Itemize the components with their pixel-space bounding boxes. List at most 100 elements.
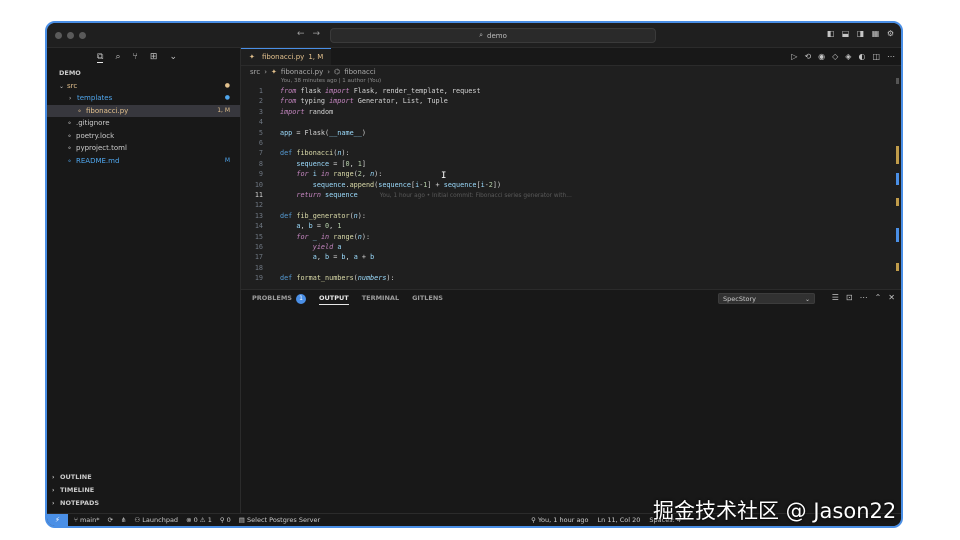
sidebar-section-timeline[interactable]: › TIMELINE	[47, 484, 240, 497]
cursor-position[interactable]: Ln 11, Col 20	[598, 516, 641, 524]
code-line: 19 def format_numbers(numbers):	[254, 274, 395, 283]
file-tree-item[interactable]: ⌄ src ●	[47, 80, 240, 93]
gitlens-icon[interactable]: ◐	[858, 52, 865, 61]
git-status-badge: M	[224, 156, 230, 164]
code-line: 15 for _ in range(n):	[254, 232, 371, 241]
sync-icon[interactable]: ⟳	[107, 516, 112, 524]
source-control-icon[interactable]: ⑂	[132, 52, 137, 63]
panel-tabs: PROBLEMS 1 OUTPUT TERMINAL GITLENS	[252, 294, 443, 305]
bottom-panel: PROBLEMS 1 OUTPUT TERMINAL GITLENS SpecSt…	[241, 289, 901, 514]
remote-indicator-icon[interactable]: ⚡	[47, 514, 68, 526]
code-line: 9 for i in range(2, n):	[258, 170, 383, 179]
file-tree: DEMO ⌄ src ● › templates ● ⚬ fibonacci.py 1, M ⚬.…	[47, 67, 240, 167]
file-tree-item[interactable]: ⚬ .gitignore	[47, 117, 240, 130]
back-arrow-icon[interactable]: ←	[297, 29, 305, 39]
tab-gitlens[interactable]: GITLENS	[412, 294, 443, 305]
next-change-icon[interactable]: ◈	[845, 52, 851, 61]
toggle-panel-icon[interactable]: ⬓	[841, 29, 850, 38]
editor-tabs: ✦ fibonacci.py 1, M ▷ ⟲ ◉ ◇ ◈ ◐ ◫ ⋯	[241, 48, 901, 66]
breadcrumb-file[interactable]: fibonacci.py	[281, 66, 323, 78]
code-line: 7 def fibonacci(n):	[258, 149, 350, 158]
code-line: 2 from typing import Generator, List, Tup…	[258, 97, 448, 106]
symbol-function-icon: ⌬	[334, 68, 341, 76]
maximize-panel-icon[interactable]: ⌃	[875, 293, 882, 302]
code-editor[interactable]: You, 38 minutes ago | 1 author (You) 1 fr…	[241, 78, 889, 289]
more-actions-icon[interactable]: ⋯	[860, 293, 868, 302]
breadcrumb-src[interactable]: src	[250, 66, 260, 78]
tab-badge: 1, M	[308, 53, 324, 61]
ports-status[interactable]: ⚲ 0	[220, 516, 231, 524]
chevron-right-icon: ›	[52, 474, 55, 481]
postgres-status[interactable]: ▤ Select Postgres Server	[239, 516, 320, 524]
window-controls[interactable]	[55, 32, 86, 39]
text-cursor-icon: I	[441, 171, 447, 181]
file-tree-item[interactable]: ⚬ fibonacci.py 1, M	[47, 104, 240, 117]
file-tree-item[interactable]: ⚬ poetry.lock	[47, 130, 240, 143]
breadcrumb-symbol[interactable]: fibonacci	[344, 66, 376, 78]
search-text: demo	[487, 31, 507, 40]
explorer-root[interactable]: DEMO	[47, 67, 240, 80]
command-center-search[interactable]: ⌕ demo	[330, 28, 656, 43]
explorer-sidebar: ⧉ ⌕ ⑂ ⊞ ⌄ DEMO ⌄ src ● › templates ● ⚬ fibonacc…	[47, 48, 241, 514]
code-line: 5 app = Flask(__name__)	[258, 128, 366, 137]
more-views-chevron-icon[interactable]: ⌄	[169, 52, 177, 63]
tab-output[interactable]: OUTPUT	[318, 294, 349, 305]
run-play-icon[interactable]: ▷	[791, 52, 797, 61]
git-status-badge: 1, M	[217, 106, 230, 114]
tab-problems[interactable]: PROBLEMS 1	[252, 294, 306, 305]
previous-change-icon[interactable]: ◇	[832, 52, 838, 61]
forward-arrow-icon[interactable]: →	[313, 29, 321, 39]
file-tree-item[interactable]: ⚬ README.md M	[47, 155, 240, 168]
branch-status[interactable]: ⑂ main*	[74, 516, 99, 524]
toggle-secondary-sidebar-icon[interactable]: ◨	[856, 29, 865, 38]
graph-icon[interactable]: ⋔	[121, 516, 126, 524]
close-panel-icon[interactable]: ✕	[888, 293, 895, 302]
maximize-window-button[interactable]	[79, 32, 86, 39]
explorer-files-icon[interactable]: ⧉	[97, 52, 104, 63]
extensions-icon[interactable]: ⊞	[150, 52, 158, 63]
file-tree-label: pyproject.toml	[76, 144, 127, 152]
customize-layout-icon[interactable]: ▦	[871, 29, 880, 38]
panel-actions: ☰ ⊡ ⋯ ⌃ ✕	[832, 293, 895, 302]
split-editor-icon[interactable]: ◫	[872, 52, 880, 61]
compare-changes-icon[interactable]: ⟲	[804, 52, 811, 61]
blame-codelens[interactable]: You, 38 minutes ago | 1 author (You)	[281, 78, 381, 84]
git-history-icon[interactable]: ◉	[818, 52, 825, 61]
code-line: 1 from flask import Flask, render_templat…	[258, 87, 481, 95]
chevron-right-icon: ›	[52, 500, 55, 507]
file-tree-item[interactable]: › templates ●	[47, 92, 240, 105]
minimize-window-button[interactable]	[67, 32, 74, 39]
sidebar-bottom-sections: › OUTLINE › TIMELINE › NOTEPADS	[47, 471, 240, 510]
blame-status[interactable]: ⚲ You, 1 hour ago	[531, 516, 588, 524]
chevron-down-icon: ⌄	[804, 296, 810, 303]
search-view-icon[interactable]: ⌕	[115, 52, 120, 63]
code-line: 10 sequence.append(sequence[i-1] + seque…	[254, 180, 502, 189]
code-line: 17 a, b = b, a + b	[254, 253, 375, 262]
settings-gear-icon[interactable]: ⚙	[886, 29, 895, 38]
tab-fibonacci-py[interactable]: ✦ fibonacci.py 1, M	[241, 48, 331, 65]
code-line: 3 import random	[258, 107, 334, 116]
scrollbar-overview[interactable]	[893, 78, 899, 289]
file-tree-label: src	[67, 81, 78, 90]
sidebar-section-notepads[interactable]: › NOTEPADS	[47, 497, 240, 510]
code-line: 4	[258, 118, 263, 127]
code-line-current: 11 return sequence You, 1 hour ago • Init…	[254, 191, 572, 199]
python-file-icon: ✦	[249, 53, 255, 61]
more-actions-icon[interactable]: ⋯	[887, 52, 895, 61]
breadcrumb: src › ✦ fibonacci.py › ⌬ fibonacci	[241, 66, 901, 78]
tab-terminal[interactable]: TERMINAL	[362, 294, 399, 305]
problems-status[interactable]: ⊗ 0 ⚠ 1	[186, 516, 212, 524]
tab-label: fibonacci.py	[262, 53, 305, 61]
output-channel-select[interactable]: SpecStory ⌄	[718, 293, 815, 304]
clear-output-icon[interactable]: ☰	[832, 293, 839, 302]
toggle-sidebar-icon[interactable]: ◧	[826, 29, 835, 38]
vscode-window: ← → ⌕ demo ◧ ⬓ ◨ ▦ ⚙ ⧉ ⌕ ⑂ ⊞ ⌄ DEMO ⌄ src…	[45, 21, 903, 528]
file-tree-item[interactable]: ⚬ pyproject.toml	[47, 142, 240, 155]
close-window-button[interactable]	[55, 32, 62, 39]
sidebar-section-outline[interactable]: › OUTLINE	[47, 471, 240, 484]
python-file-icon: ✦	[271, 68, 277, 76]
file-tree-label: .gitignore	[76, 119, 110, 127]
launchpad-status[interactable]: ⚇ Launchpad	[134, 516, 178, 524]
lock-scroll-icon[interactable]: ⊡	[846, 293, 853, 302]
code-line: 14 a, b = 0, 1	[254, 222, 342, 231]
